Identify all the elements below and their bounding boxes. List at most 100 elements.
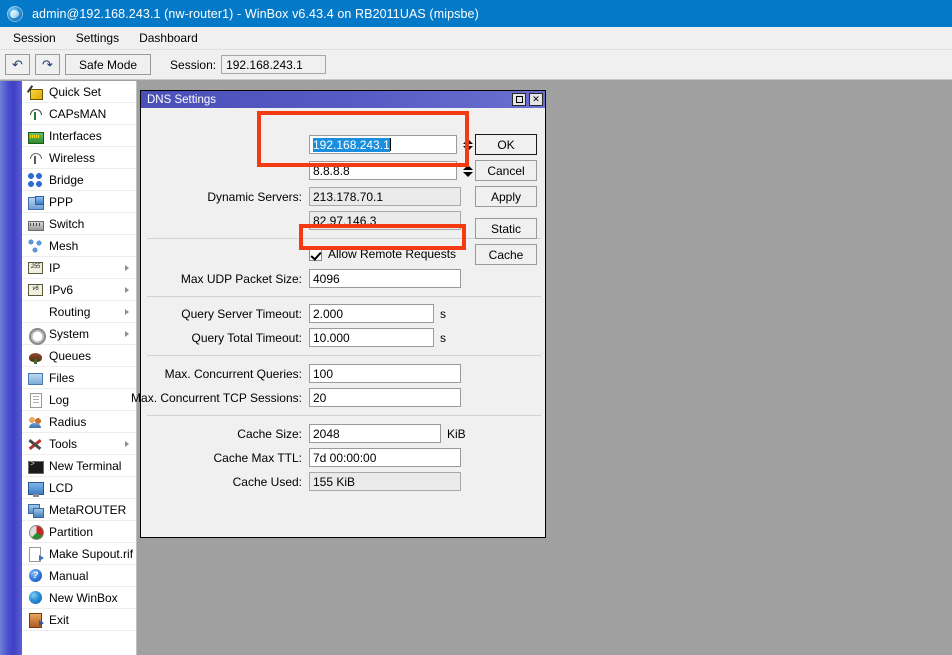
sidebar-item-capsman[interactable]: CAPsMAN — [22, 103, 136, 125]
menu-item-session[interactable]: Session — [3, 28, 66, 48]
max-concurrent-queries-input[interactable]: 100 — [309, 364, 461, 383]
sidebar-item-metarouter[interactable]: MetaROUTER — [22, 499, 136, 521]
sidebar-item-mesh[interactable]: Mesh — [22, 235, 136, 257]
ok-button[interactable]: OK — [475, 134, 537, 155]
supout-file-icon — [27, 546, 44, 562]
server-1-input[interactable]: 192.168.243.1 — [309, 135, 457, 154]
static-button[interactable]: Static — [475, 218, 537, 239]
sidebar-item-new-winbox[interactable]: New WinBox — [22, 587, 136, 609]
sidebar-item-radius[interactable]: Radius — [22, 411, 136, 433]
apply-button[interactable]: Apply — [475, 186, 537, 207]
ppp-icon — [27, 194, 44, 210]
radius-users-icon — [27, 414, 43, 430]
session-label: Session: — [170, 57, 217, 72]
cache-size-input[interactable]: 2048 — [309, 424, 441, 443]
server-2-spinner[interactable] — [460, 161, 475, 180]
sidebar-menu-list: Quick Set CAPsMAN Interfaces Wireless Br… — [22, 81, 137, 655]
sidebar-item-make-supout[interactable]: Make Supout.rif — [22, 543, 136, 565]
cache-size-field-row: 2048 KiB — [309, 424, 466, 443]
sidebar-item-tools[interactable]: Tools — [22, 433, 136, 455]
winbox-globe-icon — [7, 5, 23, 22]
sidebar-item-quick-set[interactable]: Quick Set — [22, 81, 136, 103]
sidebar-item-label: Exit — [49, 612, 70, 627]
partition-pie-icon — [27, 524, 44, 540]
manual-help-icon — [27, 568, 43, 584]
window-titlebar: admin@192.168.243.1 (nw-router1) - WinBo… — [0, 0, 952, 27]
sidebar-item-routing[interactable]: Routing — [22, 301, 136, 323]
max-concurrent-queries-label: Max. Concurrent Queries: — [164, 366, 302, 381]
query-server-timeout-input[interactable]: 2.000 — [309, 304, 434, 323]
cache-max-ttl-label: Cache Max TTL: — [213, 450, 302, 465]
toolbar: ↶ ↷ Safe Mode Session: 192.168.243.1 — [0, 50, 952, 80]
maximize-icon[interactable] — [512, 93, 526, 106]
query-server-timeout-row: Query Server Timeout: — [155, 304, 302, 323]
safe-mode-button[interactable]: Safe Mode — [65, 54, 152, 75]
max-udp-packet-size-row: Max UDP Packet Size: — [155, 269, 302, 288]
menubar: Session Settings Dashboard — [0, 27, 952, 50]
sidebar-item-queues[interactable]: Queues — [22, 345, 136, 367]
sidebar-item-label: Queues — [49, 348, 92, 363]
menu-item-dashboard[interactable]: Dashboard — [129, 28, 208, 48]
sidebar-item-switch[interactable]: Switch — [22, 213, 136, 235]
undo-arrow-icon: ↶ — [12, 57, 23, 72]
dialog-title: DNS Settings — [147, 93, 217, 106]
query-server-timeout-label: Query Server Timeout: — [181, 306, 302, 321]
sidebar-item-partition[interactable]: Partition — [22, 521, 136, 543]
server-2-input[interactable]: 8.8.8.8 — [309, 161, 457, 180]
server-1-value: 192.168.243.1 — [313, 137, 390, 152]
sidebar-item-files[interactable]: Files — [22, 367, 136, 389]
session-address-field[interactable]: 192.168.243.1 — [221, 55, 327, 74]
metarouter-icon — [27, 502, 44, 518]
allow-remote-requests-row: Allow Remote Requests — [309, 246, 456, 262]
allow-remote-requests-checkbox[interactable] — [309, 247, 322, 261]
sidebar-item-lcd[interactable]: LCD — [22, 477, 136, 499]
ip-icon — [27, 260, 43, 276]
sidebar-item-wireless[interactable]: Wireless — [22, 147, 136, 169]
undo-button[interactable]: ↶ — [5, 54, 30, 75]
cache-button[interactable]: Cache — [475, 244, 537, 265]
query-server-timeout-unit: s — [440, 306, 446, 321]
new-winbox-icon — [27, 590, 43, 606]
wireless-icon — [27, 150, 43, 166]
sidebar-item-label: Mesh — [49, 238, 79, 253]
redo-button[interactable]: ↷ — [35, 54, 60, 75]
sidebar-item-ipv6[interactable]: IPv6 — [22, 279, 136, 301]
interfaces-icon — [27, 128, 44, 144]
cache-max-ttl-row: Cache Max TTL: — [155, 448, 302, 467]
capsman-icon — [27, 106, 43, 122]
query-total-timeout-input[interactable]: 10.000 — [309, 328, 434, 347]
sidebar-item-ip[interactable]: IP — [22, 257, 136, 279]
sidebar-item-system[interactable]: System — [22, 323, 136, 345]
queues-icon — [27, 348, 43, 364]
bridge-icon — [27, 172, 43, 188]
exit-door-icon — [27, 612, 44, 628]
sidebar-item-ppp[interactable]: PPP — [22, 191, 136, 213]
sidebar-item-manual[interactable]: Manual — [22, 565, 136, 587]
chevron-right-icon — [125, 286, 129, 293]
ipv6-icon — [27, 282, 43, 298]
sidebar-item-interfaces[interactable]: Interfaces — [22, 125, 136, 147]
close-icon[interactable]: ✕ — [529, 93, 543, 106]
sidebar-item-bridge[interactable]: Bridge — [22, 169, 136, 191]
lcd-monitor-icon — [27, 480, 44, 497]
sidebar-item-label: IPv6 — [49, 282, 74, 297]
server-1-spinner[interactable] — [460, 135, 475, 154]
cache-max-ttl-input[interactable]: 7d 00:00:00 — [309, 448, 461, 467]
cancel-button[interactable]: Cancel — [475, 160, 537, 181]
sidebar-item-new-terminal[interactable]: New Terminal — [22, 455, 136, 477]
max-udp-packet-size-input[interactable]: 4096 — [309, 269, 461, 288]
max-concurrent-tcp-sessions-row: Max. Concurrent TCP Sessions: — [131, 388, 302, 407]
cache-size-row: Cache Size: — [155, 424, 302, 443]
sidebar-item-label: Manual — [49, 568, 89, 583]
max-concurrent-tcp-sessions-label: Max. Concurrent TCP Sessions: — [131, 390, 302, 405]
sidebar-item-label: System — [49, 326, 90, 341]
max-concurrent-tcp-sessions-input[interactable]: 20 — [309, 388, 461, 407]
query-total-timeout-label: Query Total Timeout: — [191, 330, 303, 345]
max-udp-packet-size-label: Max UDP Packet Size: — [180, 271, 302, 286]
sidebar-item-label: Partition — [49, 524, 94, 539]
menu-item-settings[interactable]: Settings — [66, 28, 129, 48]
sidebar-item-log[interactable]: Log — [22, 389, 136, 411]
sidebar-item-exit[interactable]: Exit — [22, 609, 136, 631]
dynamic-servers-row: Dynamic Servers: — [155, 187, 302, 206]
sidebar-item-label: Log — [49, 392, 70, 407]
